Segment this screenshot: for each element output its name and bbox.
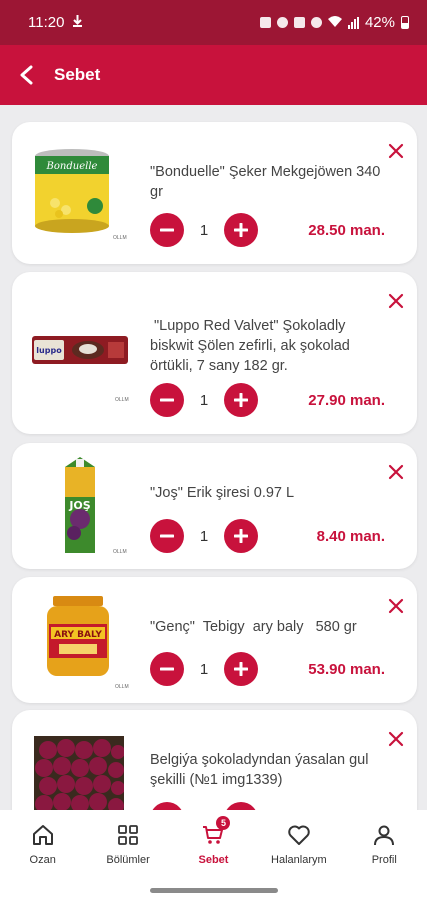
alarm-icon	[276, 17, 288, 28]
bottom-navigation: Ozan Bölümler 5 Sebet Halanlarym Profil	[0, 810, 427, 882]
quantity-value: 1	[199, 527, 209, 545]
svg-text:JOŞ: JOŞ	[68, 499, 90, 512]
nav-label: Ozan	[29, 854, 56, 866]
remove-item-icon[interactable]	[387, 142, 405, 160]
item-price: 28.50 man.	[308, 221, 385, 239]
increase-quantity-button[interactable]	[224, 802, 258, 810]
quantity-value: 1	[199, 660, 209, 678]
cart-item: Bonduelle OLLM "Bonduelle" Şeker Mekgejö…	[12, 122, 417, 264]
battery-icon	[401, 16, 409, 29]
item-price: 8.40 man.	[316, 527, 385, 545]
quantity-stepper: 1 27.90 man.	[150, 383, 385, 417]
decrease-quantity-button[interactable]	[150, 652, 184, 686]
signal-icon	[347, 16, 359, 29]
page-title: Sebet	[54, 65, 101, 84]
wifi-icon	[327, 14, 342, 31]
decrease-quantity-button[interactable]	[150, 802, 184, 810]
product-name: "Joş" Erik şiresi 0.97 L	[150, 485, 295, 501]
nav-label: Profil	[371, 854, 397, 866]
cart-item: Belgiýa şokoladyndan ýasalan gul şekilli…	[12, 710, 417, 810]
back-arrow-icon[interactable]	[14, 63, 38, 87]
decrease-quantity-button[interactable]	[150, 519, 184, 553]
quantity-stepper: 1 28.50 man.	[150, 213, 385, 247]
remove-item-icon[interactable]	[387, 463, 405, 481]
status-bar: 11:20 42%	[0, 0, 427, 45]
home-gesture-handle[interactable]	[150, 888, 278, 893]
mute-icon	[293, 17, 305, 28]
nav-item-home[interactable]: Ozan	[3, 822, 83, 866]
download-icon	[72, 14, 83, 31]
nav-item-categories[interactable]: Bölümler	[88, 822, 168, 866]
remove-item-icon[interactable]	[387, 730, 405, 748]
quantity-stepper: 1	[150, 802, 385, 810]
remove-item-icon[interactable]	[387, 597, 405, 615]
notification-icon	[259, 17, 271, 28]
nav-label: Halanlarym	[271, 854, 327, 866]
product-name: "Bonduelle" Şeker Mekgejöwen 340 gr	[150, 164, 381, 200]
increase-quantity-button[interactable]	[224, 519, 258, 553]
quantity-stepper: 1 53.90 man.	[150, 652, 385, 686]
nav-item-favorites[interactable]: Halanlarym	[259, 822, 339, 866]
cart-count-badge: 5	[216, 816, 231, 830]
cart-item: JOŞ OLLM "Joş" Erik şiresi 0.97 L 1 8.40…	[12, 443, 417, 569]
svg-text:Bonduelle: Bonduelle	[46, 161, 98, 172]
gesture-bar	[0, 882, 427, 900]
decrease-quantity-button[interactable]	[150, 213, 184, 247]
quantity-value: 1	[199, 391, 209, 409]
heart-icon	[286, 822, 312, 848]
product-name: "Genç" Tebigy ary baly 580 gr	[150, 619, 357, 635]
item-price: 53.90 man.	[308, 660, 385, 678]
hotspot-icon	[310, 17, 322, 28]
increase-quantity-button[interactable]	[224, 652, 258, 686]
remove-item-icon[interactable]	[387, 292, 405, 310]
item-price: 27.90 man.	[308, 391, 385, 409]
product-image: Bonduelle	[32, 148, 112, 234]
product-image: luppo	[32, 332, 128, 368]
product-image: ARY BALY	[44, 595, 112, 679]
increase-quantity-button[interactable]	[224, 213, 258, 247]
battery-percent: 42%	[364, 14, 395, 31]
nav-item-cart[interactable]: 5 Sebet	[173, 816, 253, 866]
quantity-stepper: 1 8.40 man.	[150, 519, 385, 553]
cart-item: luppo OLLM "Luppo Red Valvet" Şokoladly …	[12, 272, 417, 434]
status-time: 11:20	[28, 14, 65, 31]
increase-quantity-button[interactable]	[224, 383, 258, 417]
product-name: "Luppo Red Valvet" Şokoladly biskwit Şöl…	[150, 318, 354, 374]
svg-text:luppo: luppo	[36, 346, 62, 355]
cart-icon: 5	[200, 816, 231, 848]
grid-icon	[115, 822, 141, 848]
decrease-quantity-button[interactable]	[150, 383, 184, 417]
product-name: Belgiýa şokoladyndan ýasalan gul şekilli…	[150, 752, 369, 788]
product-image: JOŞ	[60, 457, 100, 553]
product-image	[34, 736, 124, 810]
cart-item: ARY BALY OLLM "Genç" Tebigy ary baly 580…	[12, 577, 417, 703]
quantity-value: 1	[199, 221, 209, 239]
nav-label: Sebet	[198, 854, 229, 866]
app-bar: Sebet	[0, 45, 427, 105]
cart-list[interactable]: Bonduelle OLLM "Bonduelle" Şeker Mekgejö…	[0, 105, 427, 810]
home-icon	[30, 822, 56, 848]
nav-item-profile[interactable]: Profil	[344, 822, 424, 866]
nav-label: Bölümler	[106, 854, 150, 866]
svg-text:ARY BALY: ARY BALY	[54, 630, 102, 640]
person-icon	[371, 822, 397, 848]
